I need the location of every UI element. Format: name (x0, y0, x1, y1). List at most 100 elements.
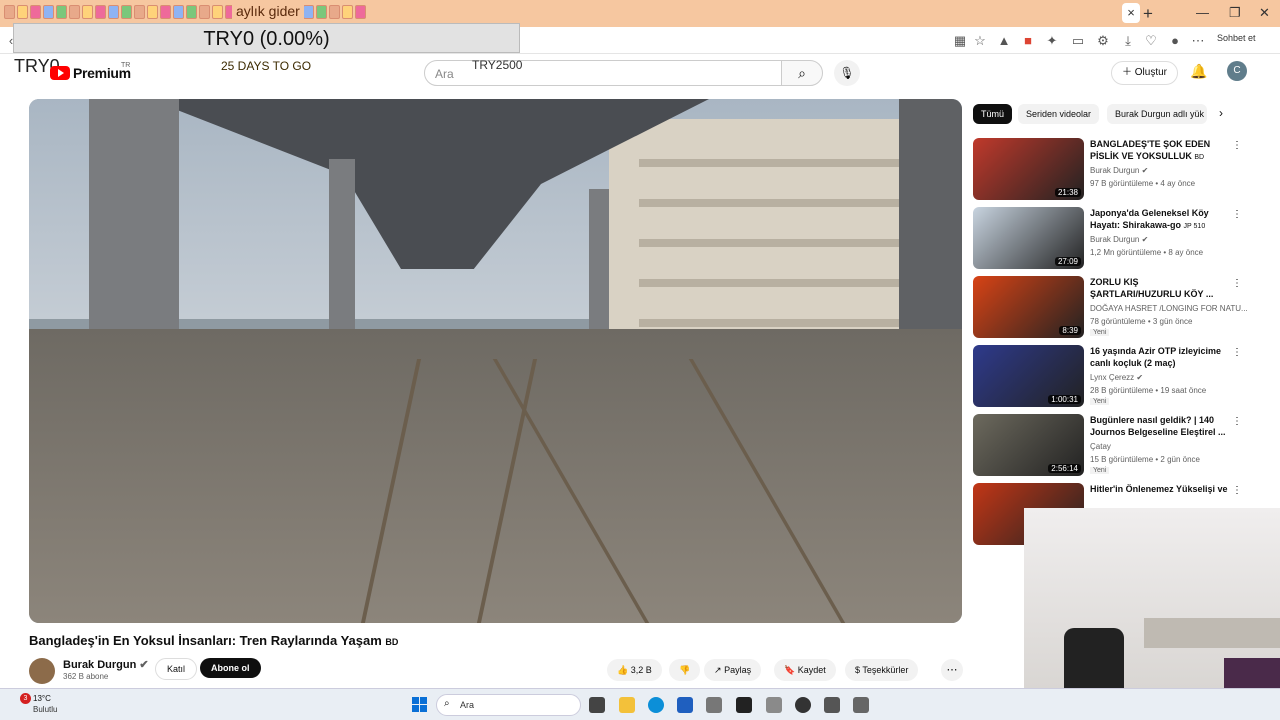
extension-red-icon[interactable]: ■ (1020, 33, 1036, 49)
performance-icon[interactable]: ♡ (1143, 33, 1159, 49)
taskbar-search-input[interactable]: Ara (460, 700, 474, 710)
chatgpt-icon[interactable] (853, 697, 869, 713)
recommended-title[interactable]: Bugünlere nasıl geldik? | 140 Journos Be… (1090, 414, 1230, 438)
dislike-button[interactable]: 👎 (669, 659, 701, 681)
browser-tab[interactable] (186, 5, 197, 19)
browser-tab[interactable] (303, 5, 314, 19)
recommended-channel[interactable]: Burak Durgun ✔ (1090, 166, 1148, 175)
new-tab-button[interactable]: + (1143, 4, 1153, 24)
browser-tab[interactable] (108, 5, 119, 19)
kebab-menu-icon[interactable]: ⋮ (1232, 416, 1242, 427)
recommended-title[interactable]: 16 yaşında Azir OTP izleyicime canlı koç… (1090, 345, 1230, 369)
browser-tab[interactable] (173, 5, 184, 19)
profile-icon[interactable]: ● (1167, 33, 1183, 49)
recommended-video[interactable]: 1:00:31 16 yaşında Azir OTP izleyicime ca… (973, 345, 1243, 407)
taskbar-search[interactable]: ⌕ Ara (436, 694, 581, 716)
more-icon[interactable]: ⋯ (1190, 33, 1206, 49)
kebab-menu-icon[interactable]: ⋮ (1232, 209, 1242, 220)
account-avatar[interactable]: C (1227, 61, 1247, 81)
video-thumbnail[interactable]: 2:56:14 (973, 414, 1084, 476)
join-button[interactable]: Katıl (155, 658, 198, 680)
microphone-icon[interactable]: 🎙 (834, 60, 860, 86)
browser-tab[interactable] (147, 5, 158, 19)
more-actions-icon[interactable]: ⋯ (941, 659, 963, 681)
kebab-menu-icon[interactable]: ⋮ (1232, 140, 1242, 151)
video-player[interactable] (29, 99, 962, 623)
browser-tab[interactable] (4, 5, 15, 19)
copilot-chat-button[interactable]: Sohbet et (1217, 33, 1256, 43)
video-thumbnail[interactable]: 27:09 (973, 207, 1084, 269)
chip-series[interactable]: Seriden videolar (1018, 104, 1100, 124)
tab-favicons[interactable] (4, 5, 366, 19)
kebab-menu-icon[interactable]: ⋮ (1232, 278, 1242, 289)
subscribe-button[interactable]: Abone ol (200, 658, 261, 678)
video-thumbnail[interactable]: 8:39 (973, 276, 1084, 338)
thanks-button[interactable]: $ Teşekkürler (845, 659, 919, 681)
favorite-icon[interactable]: ☆ (972, 33, 988, 49)
recommended-video[interactable]: 27:09 Japonya'da Geleneksel Köy Hayatı: S… (973, 207, 1243, 269)
download-icon[interactable]: ⤓ (1120, 33, 1136, 49)
store-icon[interactable] (677, 697, 693, 713)
browser-tab[interactable] (95, 5, 106, 19)
browser-tab[interactable] (355, 5, 366, 19)
extension-blue-icon[interactable]: ▲ (996, 33, 1012, 49)
recommended-video[interactable]: 21:38 BANGLADEŞ'TE ŞOK EDEN PİSLİK VE YOK… (973, 138, 1243, 200)
settings-icon[interactable] (706, 697, 722, 713)
save-button[interactable]: 🔖 Kaydet (774, 659, 836, 681)
browser-tab[interactable] (329, 5, 340, 19)
share-button[interactable]: ↗ Paylaş (704, 659, 762, 681)
chip-all[interactable]: Tümü (973, 104, 1013, 124)
like-button[interactable]: 👍 3,2 B (607, 659, 662, 681)
openai-icon[interactable] (824, 697, 840, 713)
browser-tab[interactable] (134, 5, 145, 19)
terminal-icon[interactable] (736, 697, 752, 713)
recommended-title[interactable]: BANGLADEŞ'TE ŞOK EDEN PİSLİK VE YOKSULLU… (1090, 138, 1230, 162)
browser-tab[interactable] (43, 5, 54, 19)
browser-tab[interactable] (82, 5, 93, 19)
edge-browser-icon[interactable] (648, 697, 664, 713)
notifications-bell-icon[interactable]: 🔔 (1190, 63, 1207, 80)
browser-tab[interactable] (121, 5, 132, 19)
split-screen-icon[interactable]: ▭ (1070, 33, 1086, 49)
browser-tab[interactable] (342, 5, 353, 19)
browser-tab[interactable] (160, 5, 171, 19)
channel-avatar[interactable] (29, 658, 55, 684)
browser-tab[interactable] (30, 5, 41, 19)
weather-temperature[interactable]: 13°C (33, 694, 51, 703)
recommended-video[interactable]: 8:39 ZORLU KIŞ ŞARTLARI/HUZURLU KÖY ... D… (973, 276, 1248, 338)
recommended-channel[interactable]: Lynx Çerezz ✔ (1090, 373, 1143, 382)
recommended-title[interactable]: ZORLU KIŞ ŞARTLARI/HUZURLU KÖY ... (1090, 276, 1230, 300)
search-icon[interactable]: ⌕ (781, 60, 823, 86)
video-thumbnail[interactable]: 1:00:31 (973, 345, 1084, 407)
chip-channel[interactable]: Burak Durgun adlı yük (1107, 104, 1207, 124)
recommended-channel[interactable]: Burak Durgun ✔ (1090, 235, 1148, 244)
search-input[interactable]: Ara (435, 67, 454, 81)
tab-title[interactable]: aylık gider (232, 3, 304, 19)
browser-tab[interactable] (199, 5, 210, 19)
browser-tab[interactable] (212, 5, 223, 19)
puzzle-icon[interactable]: ✦ (1044, 33, 1060, 49)
browser-tab[interactable] (69, 5, 80, 19)
recommended-channel[interactable]: Çatay (1090, 442, 1111, 451)
collections-icon[interactable]: ⚙ (1095, 33, 1111, 49)
grid-icon[interactable]: ▦ (952, 33, 968, 49)
kebab-menu-icon[interactable]: ⋮ (1232, 485, 1242, 496)
recommended-video[interactable]: 2:56:14 Bugünlere nasıl geldik? | 140 Jou… (973, 414, 1243, 476)
browser-tab[interactable] (56, 5, 67, 19)
recommended-title[interactable]: Hitler'in Önlenemez Yükselişi ve (1090, 483, 1230, 497)
video-thumbnail[interactable]: 21:38 (973, 138, 1084, 200)
create-button[interactable]: ＋ Oluştur (1111, 61, 1179, 85)
minimize-icon[interactable]: — (1196, 5, 1209, 20)
weather-description[interactable]: Bulutlu (33, 705, 57, 714)
youtube-logo[interactable]: Premium (50, 65, 131, 81)
recommended-title[interactable]: Japonya'da Geleneksel Köy Hayatı: Shirak… (1090, 207, 1230, 231)
browser-tab[interactable] (17, 5, 28, 19)
channel-name[interactable]: Burak Durgun ✔ (63, 658, 149, 671)
tab-close-icon[interactable]: × (1122, 3, 1140, 23)
chevron-right-icon[interactable]: › (1219, 106, 1223, 120)
recommended-channel[interactable]: DOĞAYA HASRET /LONGING FOR NATU... (1090, 304, 1248, 313)
close-window-icon[interactable]: ✕ (1259, 5, 1270, 21)
task-view-icon[interactable] (589, 697, 605, 713)
file-explorer-icon[interactable] (619, 697, 635, 713)
obs-icon[interactable] (795, 697, 811, 713)
